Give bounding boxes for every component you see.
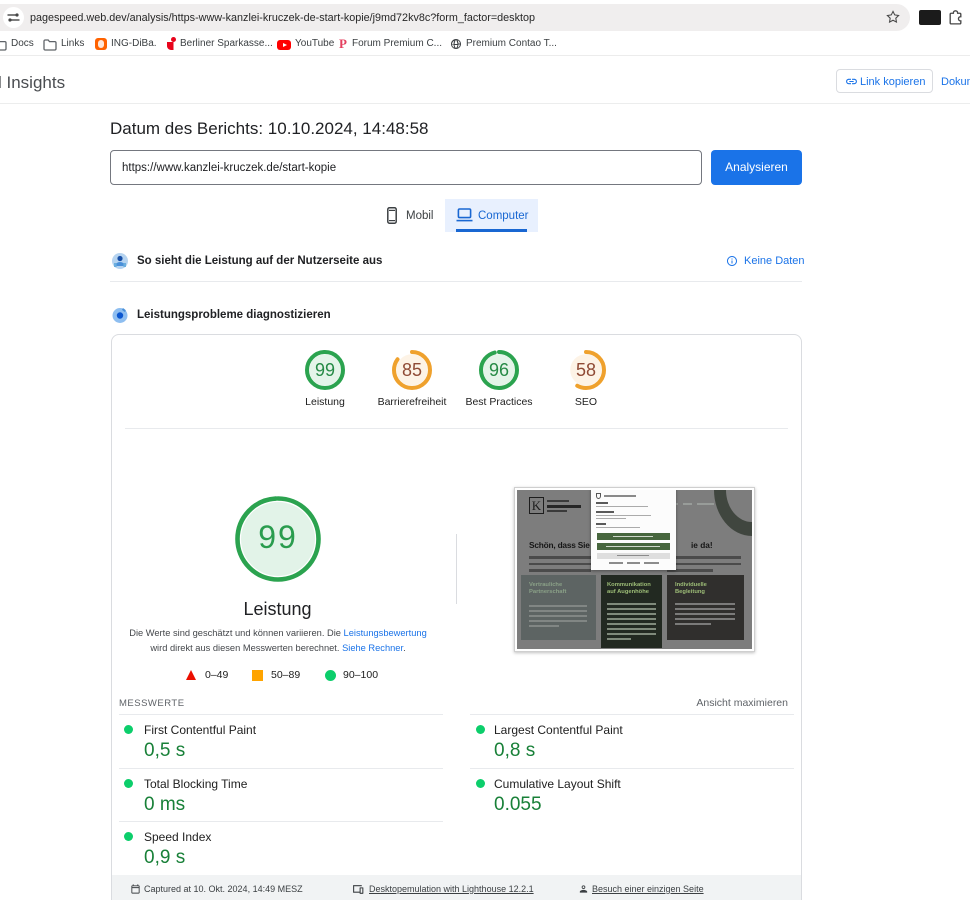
svg-text:99: 99 — [315, 360, 335, 380]
svg-text:99: 99 — [258, 519, 298, 555]
svg-text:58: 58 — [576, 360, 596, 380]
svg-text:85: 85 — [402, 360, 422, 380]
svg-text:96: 96 — [489, 360, 509, 380]
